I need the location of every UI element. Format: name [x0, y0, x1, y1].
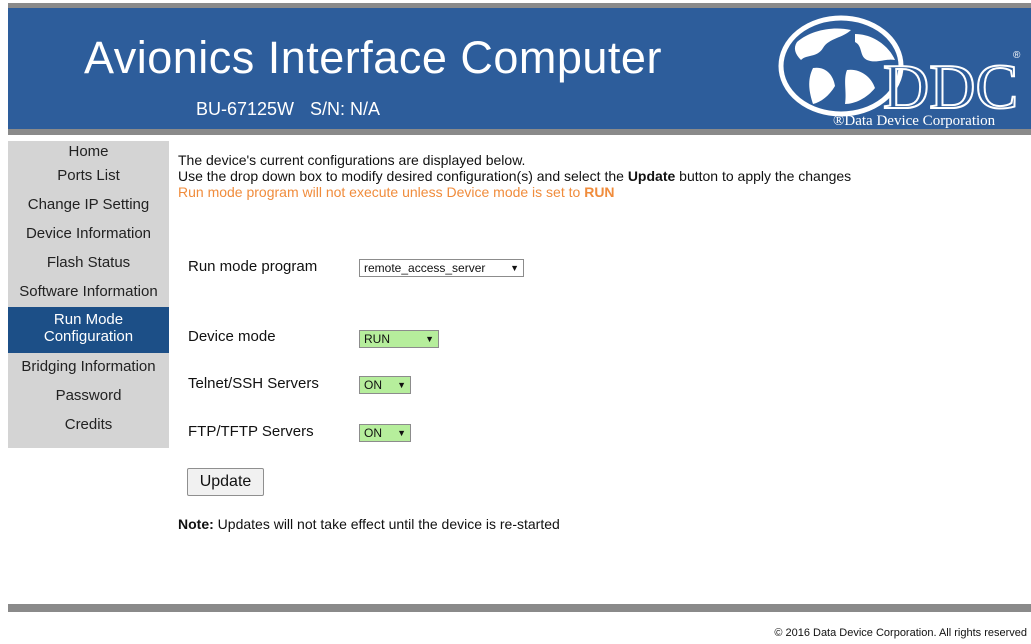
sidebar-nav: Home Ports List Change IP Setting Device… [8, 141, 169, 448]
main-content: The device's current configurations are … [178, 152, 1028, 200]
serial-number: S/N: N/A [310, 99, 381, 119]
globe-logo-icon: DDC ® ®Data Device Corporation [778, 15, 1021, 129]
device-mode-label: Device mode [188, 328, 276, 345]
sidebar-item-software-information[interactable]: Software Information [8, 278, 169, 307]
sidebar-item-run-mode-configuration[interactable]: Run Mode Configuration [8, 307, 169, 353]
app-title: Avionics Interface Computer [84, 32, 662, 83]
logo-caption: ®Data Device Corporation [833, 113, 996, 129]
note-label: Note: [178, 516, 214, 532]
chevron-down-icon: ▼ [397, 428, 406, 438]
ftp-tftp-value: ON [364, 426, 382, 440]
sidebar-item-password[interactable]: Password [8, 382, 169, 411]
telnet-ssh-select[interactable]: ON ▼ [359, 376, 411, 394]
footer-rule [8, 604, 1031, 612]
device-mode-select[interactable]: RUN ▼ [359, 330, 439, 348]
run-mode-warning: Run mode program will not execute unless… [178, 184, 1028, 200]
intro-line-2-suffix: button to apply the changes [675, 168, 852, 184]
device-mode-value: RUN [364, 332, 390, 346]
chevron-down-icon: ▼ [425, 334, 434, 344]
warning-text: Run mode program will not execute unless… [178, 184, 585, 200]
warning-run-keyword: RUN [584, 184, 615, 200]
header-rule [8, 129, 1031, 135]
ddc-logo: DDC ® ®Data Device Corporation [763, 8, 1031, 129]
intro-update-keyword: Update [627, 168, 676, 184]
chevron-down-icon: ▼ [510, 263, 519, 273]
note-text: Updates will not take effect until the d… [213, 516, 560, 532]
sidebar-item-flash-status[interactable]: Flash Status [8, 249, 169, 278]
telnet-ssh-label: Telnet/SSH Servers [188, 375, 319, 392]
sidebar-item-device-information[interactable]: Device Information [8, 220, 169, 249]
chevron-down-icon: ▼ [397, 380, 406, 390]
sidebar-item-home[interactable]: Home [8, 141, 169, 162]
copyright-text: © 2016 Data Device Corporation. All righ… [774, 627, 1027, 639]
ftp-tftp-select[interactable]: ON ▼ [359, 424, 411, 442]
update-button[interactable]: Update [187, 468, 264, 496]
intro-line-1: The device's current configurations are … [178, 152, 526, 168]
sidebar-item-bridging-information[interactable]: Bridging Information [8, 353, 169, 382]
run-mode-program-select[interactable]: remote_access_server ▼ [359, 259, 524, 277]
telnet-ssh-value: ON [364, 378, 382, 392]
ftp-tftp-label: FTP/TFTP Servers [188, 423, 314, 440]
intro-line-2-prefix: Use the drop down box to modify desired … [178, 168, 628, 184]
sidebar-item-credits[interactable]: Credits [8, 411, 169, 440]
run-mode-program-label: Run mode program [188, 258, 318, 275]
intro-line-2: Use the drop down box to modify desired … [178, 168, 1028, 184]
page-header: Avionics Interface Computer BU-67125W S/… [8, 8, 1031, 129]
logo-letters: DDC [883, 51, 1018, 122]
run-mode-program-value: remote_access_server [364, 261, 486, 275]
registered-mark: ® [1013, 50, 1021, 61]
sidebar-item-change-ip-setting[interactable]: Change IP Setting [8, 191, 169, 220]
sidebar-item-ports-list[interactable]: Ports List [8, 162, 169, 191]
restart-note: Note: Updates will not take effect until… [178, 516, 560, 532]
model-number: BU-67125W [196, 99, 295, 119]
